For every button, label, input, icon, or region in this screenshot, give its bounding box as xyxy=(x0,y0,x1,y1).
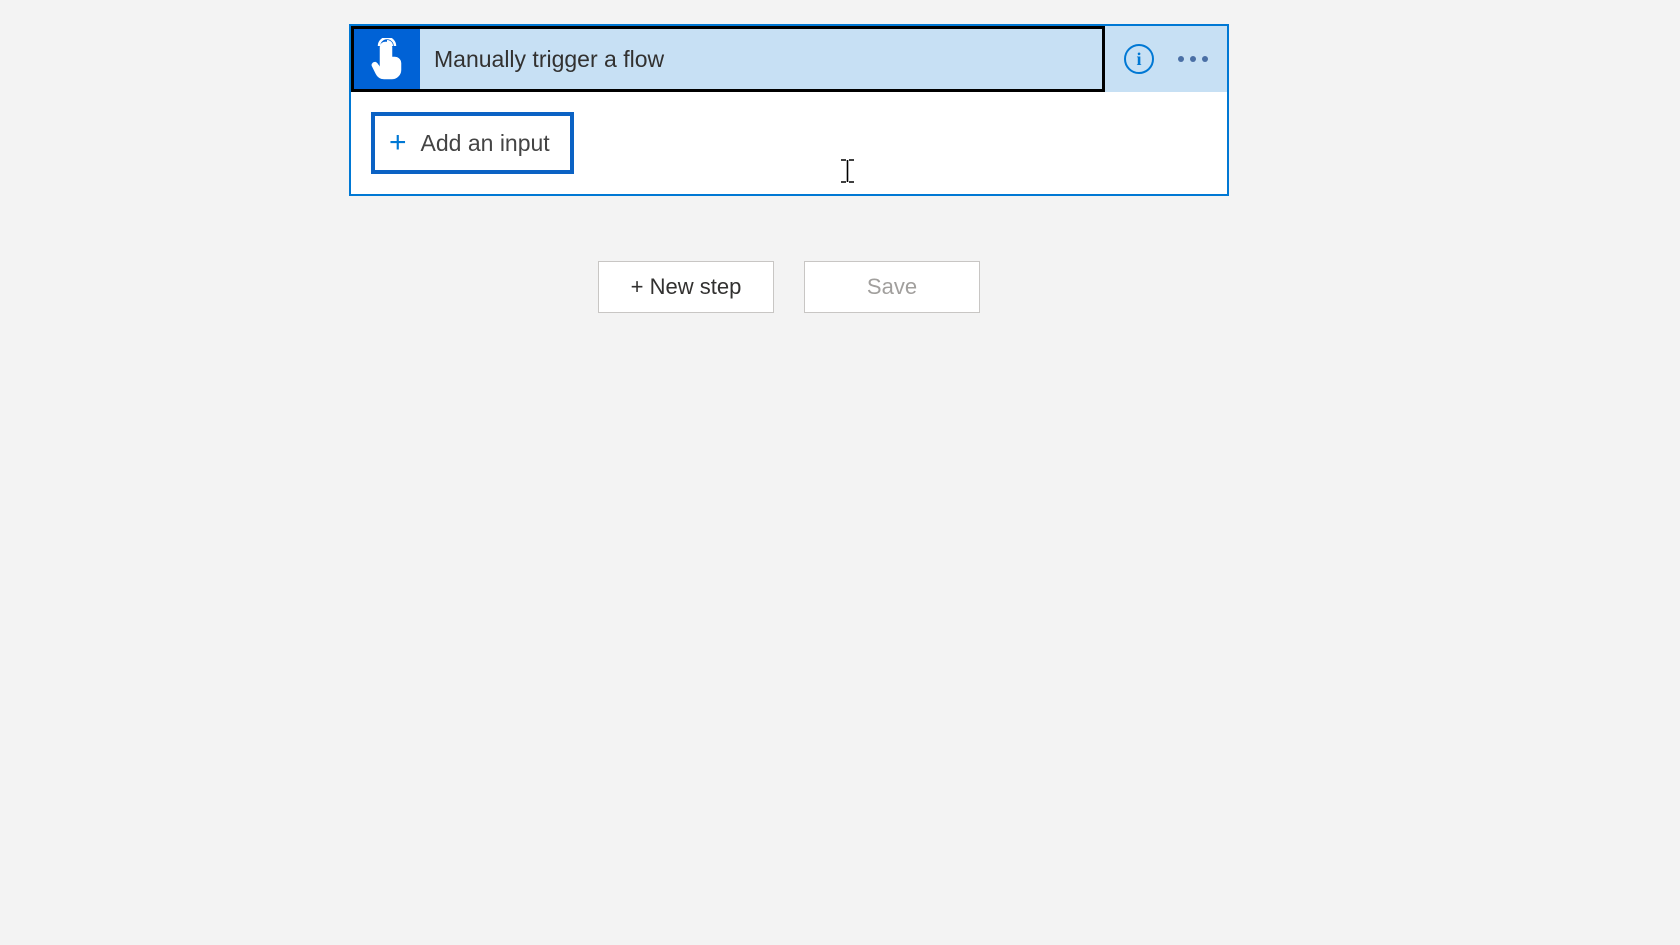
more-button[interactable] xyxy=(1169,35,1217,83)
plus-icon: + xyxy=(389,128,407,158)
flow-actions: + New step Save xyxy=(598,261,980,313)
add-input-button[interactable]: + Add an input xyxy=(371,112,574,174)
trigger-card-body: + Add an input xyxy=(351,92,1227,194)
trigger-card: Manually trigger a flow i + Add an input xyxy=(349,24,1229,196)
info-icon: i xyxy=(1124,44,1154,74)
trigger-title: Manually trigger a flow xyxy=(420,46,664,73)
add-input-label: Add an input xyxy=(421,130,550,157)
new-step-button[interactable]: + New step xyxy=(598,261,774,313)
manual-trigger-icon xyxy=(354,29,420,89)
save-button[interactable]: Save xyxy=(804,261,980,313)
trigger-title-block[interactable]: Manually trigger a flow xyxy=(351,26,1105,92)
trigger-card-header: Manually trigger a flow i xyxy=(351,26,1227,92)
ellipsis-icon xyxy=(1178,56,1208,62)
trigger-header-actions: i xyxy=(1105,26,1227,92)
info-button[interactable]: i xyxy=(1115,35,1163,83)
